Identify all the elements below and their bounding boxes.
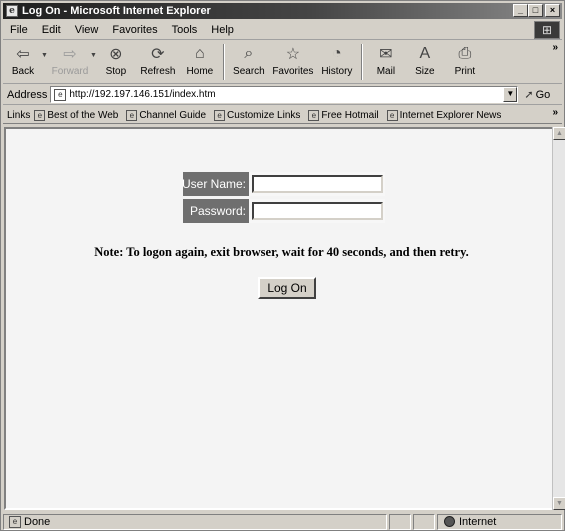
back-arrow-icon: ⇦ <box>16 46 30 63</box>
link-best-of-the-web[interactable]: e Best of the Web <box>34 109 118 121</box>
standard-toolbar: ⇦ Back ▼ ⇨ Forward ▼ ⊗ Stop ⟳ Refresh ⌂ … <box>3 42 562 84</box>
link-free-hotmail[interactable]: e Free Hotmail <box>308 109 379 121</box>
stop-icon: ⊗ <box>109 46 123 63</box>
link-channel-guide[interactable]: e Channel Guide <box>126 109 206 121</box>
links-more-icon[interactable]: » <box>552 107 558 118</box>
page-icon: e <box>54 88 67 101</box>
search-icon: ⌕ <box>244 45 254 62</box>
password-input[interactable] <box>252 202 383 220</box>
menu-bar: File Edit View Favorites Tools Help ⊞ <box>3 21 562 40</box>
print-button[interactable]: ⎙ Print <box>445 42 485 82</box>
stop-button[interactable]: ⊗ Stop <box>97 42 135 82</box>
links-label: Links <box>7 109 31 121</box>
forward-dropdown-icon[interactable]: ▼ <box>90 52 97 59</box>
status-bar: e Done Internet <box>3 513 562 530</box>
mail-button[interactable]: ✉ Mail <box>367 42 405 82</box>
password-row: Password: <box>183 199 385 223</box>
history-button[interactable]: ◔ History <box>317 42 357 82</box>
back-dropdown-icon[interactable]: ▼ <box>41 52 48 59</box>
scroll-up-icon[interactable]: ▲ <box>553 127 565 140</box>
toolbar-separator <box>360 44 363 80</box>
address-field[interactable]: e http://192.197.146.151/index.htm ▼ <box>50 86 519 103</box>
page-icon: e <box>214 109 226 121</box>
browser-window: e Log On - Microsoft Internet Explorer _… <box>0 0 565 531</box>
favorites-icon: ☆ <box>285 46 301 63</box>
link-customize-links[interactable]: e Customize Links <box>214 109 300 121</box>
page-content: User Name: Password: Note: To logon agai… <box>4 127 555 510</box>
page-icon: e <box>386 109 398 121</box>
page-icon: e <box>9 515 21 528</box>
page-icon: e <box>34 109 46 121</box>
password-label: Password: <box>183 199 249 223</box>
mail-icon: ✉ <box>379 46 393 63</box>
refresh-button[interactable]: ⟳ Refresh <box>135 42 181 82</box>
address-url[interactable]: http://192.197.146.151/index.htm <box>69 89 215 100</box>
windows-logo-icon: ⊞ <box>534 21 560 39</box>
size-button[interactable]: A Size <box>405 42 445 82</box>
maximize-icon[interactable]: □ <box>528 4 543 17</box>
window-controls: _ □ × <box>513 4 560 17</box>
toolbar-more-icon[interactable]: » <box>552 42 558 53</box>
menu-view[interactable]: View <box>68 24 106 36</box>
printer-icon: ⎙ <box>458 45 472 62</box>
title-bar: e Log On - Microsoft Internet Explorer _… <box>3 3 562 19</box>
log-on-button[interactable]: Log On <box>258 277 316 299</box>
close-icon[interactable]: × <box>545 4 560 17</box>
username-row: User Name: <box>182 172 385 196</box>
username-label: User Name: <box>182 172 249 196</box>
scroll-down-icon[interactable]: ▼ <box>553 497 565 510</box>
text-size-icon: A <box>419 45 431 62</box>
home-icon: ⌂ <box>195 45 205 62</box>
globe-icon <box>444 516 455 527</box>
page-icon: e <box>126 109 138 121</box>
forward-button[interactable]: ⇨ Forward <box>48 42 92 82</box>
forward-arrow-icon: ⇨ <box>63 46 77 63</box>
home-button[interactable]: ⌂ Home <box>181 42 219 82</box>
window-title: Log On - Microsoft Internet Explorer <box>22 5 211 17</box>
minimize-icon[interactable]: _ <box>513 4 528 17</box>
address-label: Address <box>7 88 48 101</box>
security-zone: Internet <box>437 513 562 530</box>
menu-favorites[interactable]: Favorites <box>105 24 164 36</box>
go-button[interactable]: ➚ Go <box>524 88 551 102</box>
address-dropdown-icon[interactable]: ▼ <box>503 87 518 102</box>
status-progress-cell <box>389 513 411 530</box>
back-button[interactable]: ⇦ Back <box>3 42 43 82</box>
address-bar: Address e http://192.197.146.151/index.h… <box>3 85 562 105</box>
link-ie-news[interactable]: e Internet Explorer News <box>386 109 501 121</box>
go-label: Go <box>535 88 551 101</box>
links-bar: Links e Best of the Web e Channel Guide … <box>3 107 562 124</box>
page-icon: e <box>308 109 320 121</box>
logon-note: Note: To logon again, exit browser, wait… <box>94 245 469 259</box>
status-lock-cell <box>413 513 435 530</box>
go-arrow-icon: ➚ <box>524 89 534 101</box>
login-form: User Name: Password: <box>182 172 385 226</box>
zone-label: Internet <box>459 515 497 528</box>
menu-tools[interactable]: Tools <box>165 24 205 36</box>
status-text: Done <box>24 515 51 528</box>
search-button[interactable]: ⌕ Search <box>229 42 269 82</box>
menu-file[interactable]: File <box>3 24 35 36</box>
toolbar-separator <box>222 44 225 80</box>
refresh-icon: ⟳ <box>151 46 165 63</box>
menu-edit[interactable]: Edit <box>35 24 68 36</box>
vertical-scrollbar[interactable]: ▲ ▼ <box>552 127 565 510</box>
username-input[interactable] <box>252 175 383 193</box>
menu-help[interactable]: Help <box>204 24 241 36</box>
status-text-panel: e Done <box>3 513 387 530</box>
history-icon: ◔ <box>332 45 342 62</box>
ie-logo-icon: e <box>6 5 18 17</box>
favorites-button[interactable]: ☆ Favorites <box>269 42 317 82</box>
